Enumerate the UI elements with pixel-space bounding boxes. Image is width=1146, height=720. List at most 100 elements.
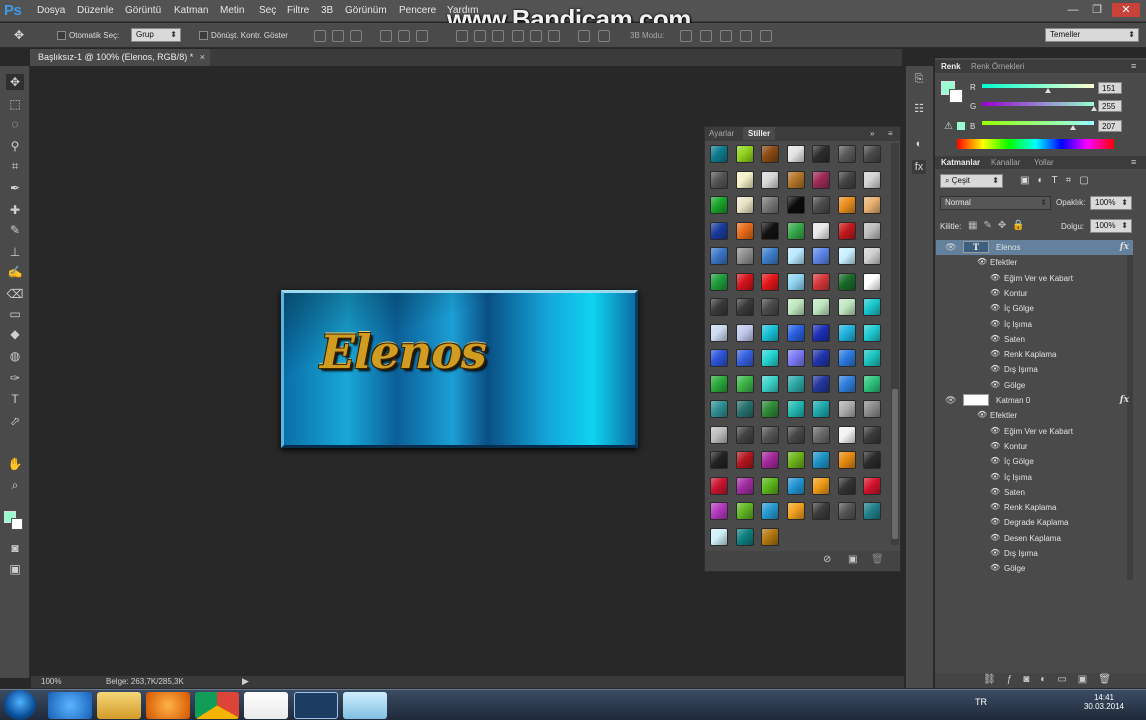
style-swatch[interactable] xyxy=(761,502,779,520)
style-swatch[interactable] xyxy=(786,221,805,240)
effect-row[interactable]: 👁 Kontur xyxy=(936,439,1133,454)
align-option-icon[interactable] xyxy=(474,30,486,42)
layers-panel-menu-icon[interactable]: ≡ xyxy=(1131,157,1136,167)
style-swatch[interactable] xyxy=(710,272,728,291)
style-swatch[interactable] xyxy=(863,196,881,214)
style-swatch[interactable] xyxy=(710,374,728,393)
document-tab[interactable]: Başlıksız-1 @ 100% (Elenos, RGB/8) * × xyxy=(30,49,210,66)
menu-1[interactable]: Düzenle xyxy=(77,5,114,16)
style-swatch[interactable] xyxy=(863,476,881,495)
effects-row[interactable]: 👁 Efektler xyxy=(936,408,1133,423)
align-option-icon[interactable] xyxy=(456,30,468,42)
style-swatch[interactable] xyxy=(812,425,830,444)
style-swatch[interactable] xyxy=(786,272,805,291)
effect-eye-icon[interactable]: 👁 xyxy=(990,319,1000,328)
g-slider-knob[interactable] xyxy=(1091,106,1097,111)
tab-channels[interactable]: Kanallar xyxy=(991,158,1020,167)
visibility-eye-icon[interactable]: 👁 xyxy=(945,242,956,253)
style-swatch[interactable] xyxy=(837,476,856,495)
menu-6[interactable]: Filtre xyxy=(287,5,309,16)
align-option-icon[interactable] xyxy=(512,30,524,42)
start-button[interactable] xyxy=(4,690,36,720)
style-swatch[interactable] xyxy=(837,425,856,444)
style-swatch[interactable] xyxy=(710,196,728,214)
transform-controls-checkbox[interactable] xyxy=(199,31,208,40)
healing-tool-icon[interactable]: ✚ xyxy=(6,202,24,218)
style-swatch[interactable] xyxy=(786,145,805,163)
style-swatch[interactable] xyxy=(761,145,779,163)
file-explorer-icon[interactable] xyxy=(97,692,141,719)
hand-tool-icon[interactable]: ✋ xyxy=(6,456,24,472)
properties-icon[interactable]: ☷ xyxy=(912,102,926,116)
style-swatch[interactable] xyxy=(863,451,881,469)
style-swatch[interactable] xyxy=(786,451,805,469)
style-swatch[interactable] xyxy=(710,323,728,342)
menu-8[interactable]: Görünüm xyxy=(345,5,387,16)
style-swatch[interactable] xyxy=(812,170,830,189)
effect-row[interactable]: 👁 İç Işıma xyxy=(936,470,1133,485)
canvas-text-elenos[interactable]: Elenos xyxy=(320,325,487,379)
effect-eye-icon[interactable]: 👁 xyxy=(990,441,1000,450)
status-arrow-icon[interactable]: ▶ xyxy=(242,676,249,687)
photoshop-taskbar-icon[interactable] xyxy=(294,692,338,719)
style-swatch[interactable] xyxy=(812,298,830,316)
style-swatch[interactable] xyxy=(786,400,805,418)
styles-scrollbar-thumb[interactable] xyxy=(892,389,898,539)
style-swatch[interactable] xyxy=(710,247,728,265)
g-slider[interactable] xyxy=(982,102,1094,106)
menu-2[interactable]: Görüntü xyxy=(125,5,161,16)
restore-button[interactable]: ❐ xyxy=(1086,3,1108,17)
tab-paths[interactable]: Yollar xyxy=(1034,158,1054,167)
style-swatch[interactable] xyxy=(710,502,728,520)
style-swatch[interactable] xyxy=(710,476,728,495)
style-swatch[interactable] xyxy=(710,400,728,418)
history-brush-tool-icon[interactable]: ✍ xyxy=(6,264,24,280)
style-swatch[interactable] xyxy=(735,425,754,444)
style-swatch[interactable] xyxy=(863,247,881,265)
color-panel-menu-icon[interactable]: ≡ xyxy=(1131,61,1136,71)
style-swatch[interactable] xyxy=(837,323,856,342)
tab-adjustments[interactable]: Ayarlar xyxy=(709,129,734,138)
history-icon[interactable]: ⎘ xyxy=(912,72,926,86)
style-swatch[interactable] xyxy=(863,349,881,367)
blur-tool-icon[interactable]: ◆ xyxy=(6,326,24,342)
style-swatch[interactable] xyxy=(812,349,830,367)
style-swatch[interactable] xyxy=(786,349,805,367)
style-swatch[interactable] xyxy=(761,400,779,418)
menu-7[interactable]: 3B xyxy=(321,5,333,16)
visibility-eye-icon[interactable]: 👁 xyxy=(945,395,956,406)
style-swatch[interactable] xyxy=(812,323,830,342)
effect-eye-icon[interactable]: 👁 xyxy=(990,548,1000,557)
style-swatch[interactable] xyxy=(761,170,779,189)
align-option-icon[interactable] xyxy=(380,30,392,42)
align-option-icon[interactable] xyxy=(492,30,504,42)
panel-menu-icon[interactable]: ≡ xyxy=(888,129,893,138)
fill-field[interactable]: 100% xyxy=(1090,219,1132,233)
effect-row[interactable]: 👁 Gölge xyxy=(936,378,1133,393)
effect-eye-icon[interactable]: 👁 xyxy=(990,364,1000,373)
align-option-icon[interactable] xyxy=(350,30,362,42)
style-swatch[interactable] xyxy=(863,323,881,342)
align-option-icon[interactable] xyxy=(760,30,772,42)
crop-tool-icon[interactable]: ⌗ xyxy=(6,158,24,174)
style-swatch[interactable] xyxy=(761,425,779,444)
tab-swatches[interactable]: Renk Örnekleri xyxy=(971,62,1024,71)
effect-row[interactable]: 👁 Renk Kaplama xyxy=(936,500,1133,515)
style-swatch[interactable] xyxy=(761,374,779,393)
style-swatch[interactable] xyxy=(735,374,754,393)
style-swatch[interactable] xyxy=(710,145,728,163)
style-swatch[interactable] xyxy=(761,323,779,342)
b-value[interactable]: 207 xyxy=(1098,120,1122,132)
style-swatch[interactable] xyxy=(837,374,856,393)
style-swatch[interactable] xyxy=(837,145,856,163)
effect-row[interactable]: 👁 İç Gölge xyxy=(936,301,1133,316)
effects-row[interactable]: 👁 Efektler xyxy=(936,255,1133,270)
style-swatch[interactable] xyxy=(761,476,779,495)
color-spectrum[interactable] xyxy=(957,139,1114,149)
gamut-warning-icon[interactable]: ⚠ xyxy=(944,121,953,132)
style-swatch[interactable] xyxy=(786,298,805,316)
style-swatch[interactable] xyxy=(735,323,754,342)
effect-row[interactable]: 👁 Eğim Ver ve Kabart xyxy=(936,424,1133,439)
effect-eye-icon[interactable]: 👁 xyxy=(990,273,1000,282)
internet-explorer-icon[interactable] xyxy=(48,692,92,719)
